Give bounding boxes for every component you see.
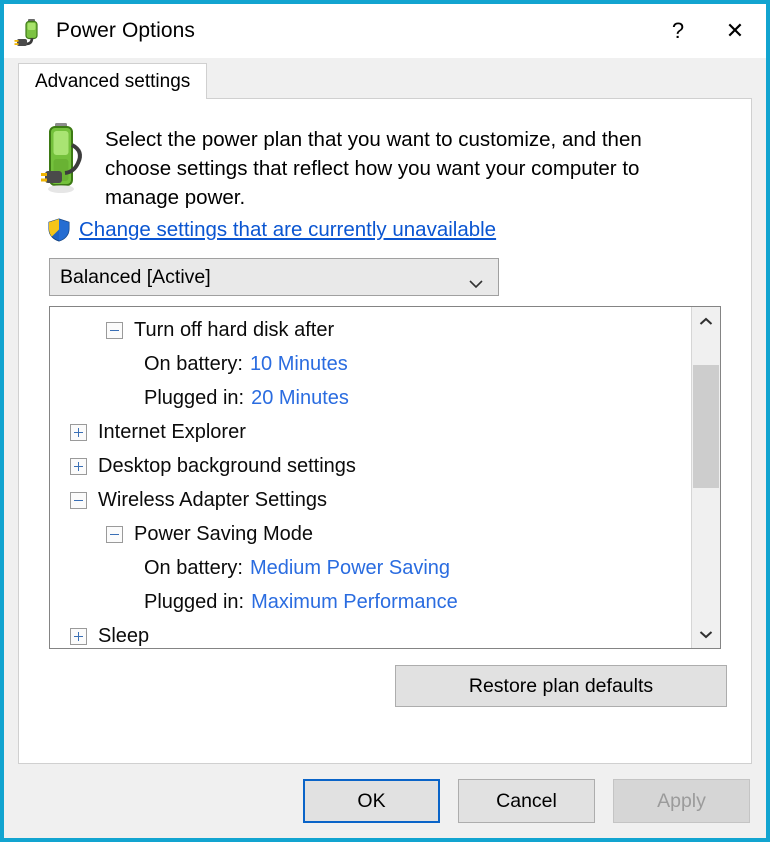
- cancel-button[interactable]: Cancel: [458, 779, 595, 823]
- tree-row-label: Sleep: [98, 624, 150, 647]
- plan-select-row: Balanced [Active]: [19, 242, 751, 296]
- chevron-up-icon: [699, 317, 713, 325]
- tab-page-advanced-settings: Select the power plan that you want to c…: [18, 98, 752, 764]
- tree-row-label: Wireless Adapter Settings: [98, 488, 327, 511]
- tree-row[interactable]: On battery: Medium Power Saving: [50, 551, 691, 585]
- cancel-button-label: Cancel: [496, 789, 557, 812]
- apply-button: Apply: [613, 779, 750, 823]
- tree-row[interactable]: Internet Explorer: [50, 415, 691, 449]
- tree-row-label: On battery:: [144, 556, 243, 579]
- title-bar: Power Options ? ✕: [4, 4, 766, 58]
- close-button[interactable]: ✕: [704, 4, 766, 58]
- tree-row-value[interactable]: 20 Minutes: [251, 387, 349, 410]
- tree-row[interactable]: Sleep: [50, 619, 691, 648]
- tree-row[interactable]: Desktop background settings: [50, 449, 691, 483]
- tree-row-value[interactable]: Maximum Performance: [251, 591, 458, 614]
- tree-row-label: Plugged in:: [144, 386, 245, 409]
- battery-plug-icon: [41, 121, 95, 195]
- title-bar-buttons: ? ✕: [652, 4, 766, 58]
- collapse-minus-icon[interactable]: [70, 491, 87, 509]
- expand-plus-icon[interactable]: [70, 457, 87, 475]
- uac-link-row: Change settings that are currently unava…: [19, 218, 751, 242]
- tree-row-value[interactable]: Medium Power Saving: [250, 557, 450, 580]
- tree-row-label: Turn off hard disk after: [134, 318, 335, 341]
- restore-plan-defaults-label: Restore plan defaults: [468, 674, 654, 697]
- help-icon: ?: [671, 18, 685, 43]
- advanced-settings-list: Turn off hard disk after On battery: 10 …: [49, 306, 721, 649]
- tab-label: Advanced settings: [35, 70, 191, 92]
- scrollbar-thumb[interactable]: [693, 365, 719, 488]
- restore-row: Restore plan defaults: [19, 649, 751, 707]
- tree-row-label: On battery:: [144, 352, 243, 375]
- tree-row[interactable]: Wireless Adapter Settings: [50, 483, 691, 517]
- tab-strip: Advanced settings: [4, 58, 766, 99]
- settings-tree-scrollbar[interactable]: [691, 307, 720, 648]
- tree-row-label: Power Saving Mode: [134, 522, 313, 545]
- scrollbar-track[interactable]: [692, 335, 720, 620]
- tree-row-label: Plugged in:: [144, 590, 245, 613]
- tree-row-value[interactable]: 10 Minutes: [250, 353, 348, 376]
- tree-row-label: Internet Explorer: [98, 420, 246, 443]
- apply-button-label: Apply: [657, 789, 706, 812]
- settings-tree[interactable]: Turn off hard disk after On battery: 10 …: [50, 307, 691, 648]
- expand-plus-icon[interactable]: [70, 627, 87, 645]
- window-title: Power Options: [56, 19, 196, 42]
- header-area: Select the power plan that you want to c…: [19, 99, 751, 212]
- power-plan-select[interactable]: Balanced [Active]: [49, 258, 499, 296]
- ok-button[interactable]: OK: [303, 779, 440, 823]
- dialog-footer: OK Cancel Apply: [4, 764, 766, 838]
- shield-icon: [47, 218, 71, 242]
- expand-plus-icon[interactable]: [70, 423, 87, 441]
- close-icon: ✕: [725, 18, 745, 43]
- tree-row[interactable]: Turn off hard disk after: [50, 313, 691, 347]
- tree-row[interactable]: Plugged in: Maximum Performance: [50, 585, 691, 619]
- help-button[interactable]: ?: [652, 4, 704, 58]
- uac-change-settings-link[interactable]: Change settings that are currently unava…: [79, 218, 496, 242]
- collapse-minus-icon[interactable]: [106, 525, 123, 543]
- power-plan-selected-value: Balanced [Active]: [60, 265, 211, 288]
- tree-row[interactable]: Power Saving Mode: [50, 517, 691, 551]
- chevron-down-icon: [468, 272, 484, 289]
- tree-row[interactable]: Plugged in: 20 Minutes: [50, 381, 691, 415]
- scroll-up-button[interactable]: [692, 307, 720, 335]
- header-description: Select the power plan that you want to c…: [105, 128, 642, 209]
- collapse-minus-icon[interactable]: [106, 321, 123, 339]
- ok-button-label: OK: [357, 789, 386, 812]
- tree-row-label: Desktop background settings: [98, 454, 356, 477]
- power-plug-battery-icon: [14, 15, 46, 47]
- scroll-down-button[interactable]: [692, 620, 720, 648]
- restore-plan-defaults-button[interactable]: Restore plan defaults: [395, 665, 727, 707]
- tree-row[interactable]: On battery: 10 Minutes: [50, 347, 691, 381]
- chevron-down-icon: [699, 630, 713, 638]
- power-options-window: Power Options ? ✕ Advanced settings Sele…: [0, 0, 770, 842]
- tab-advanced-settings[interactable]: Advanced settings: [18, 63, 208, 99]
